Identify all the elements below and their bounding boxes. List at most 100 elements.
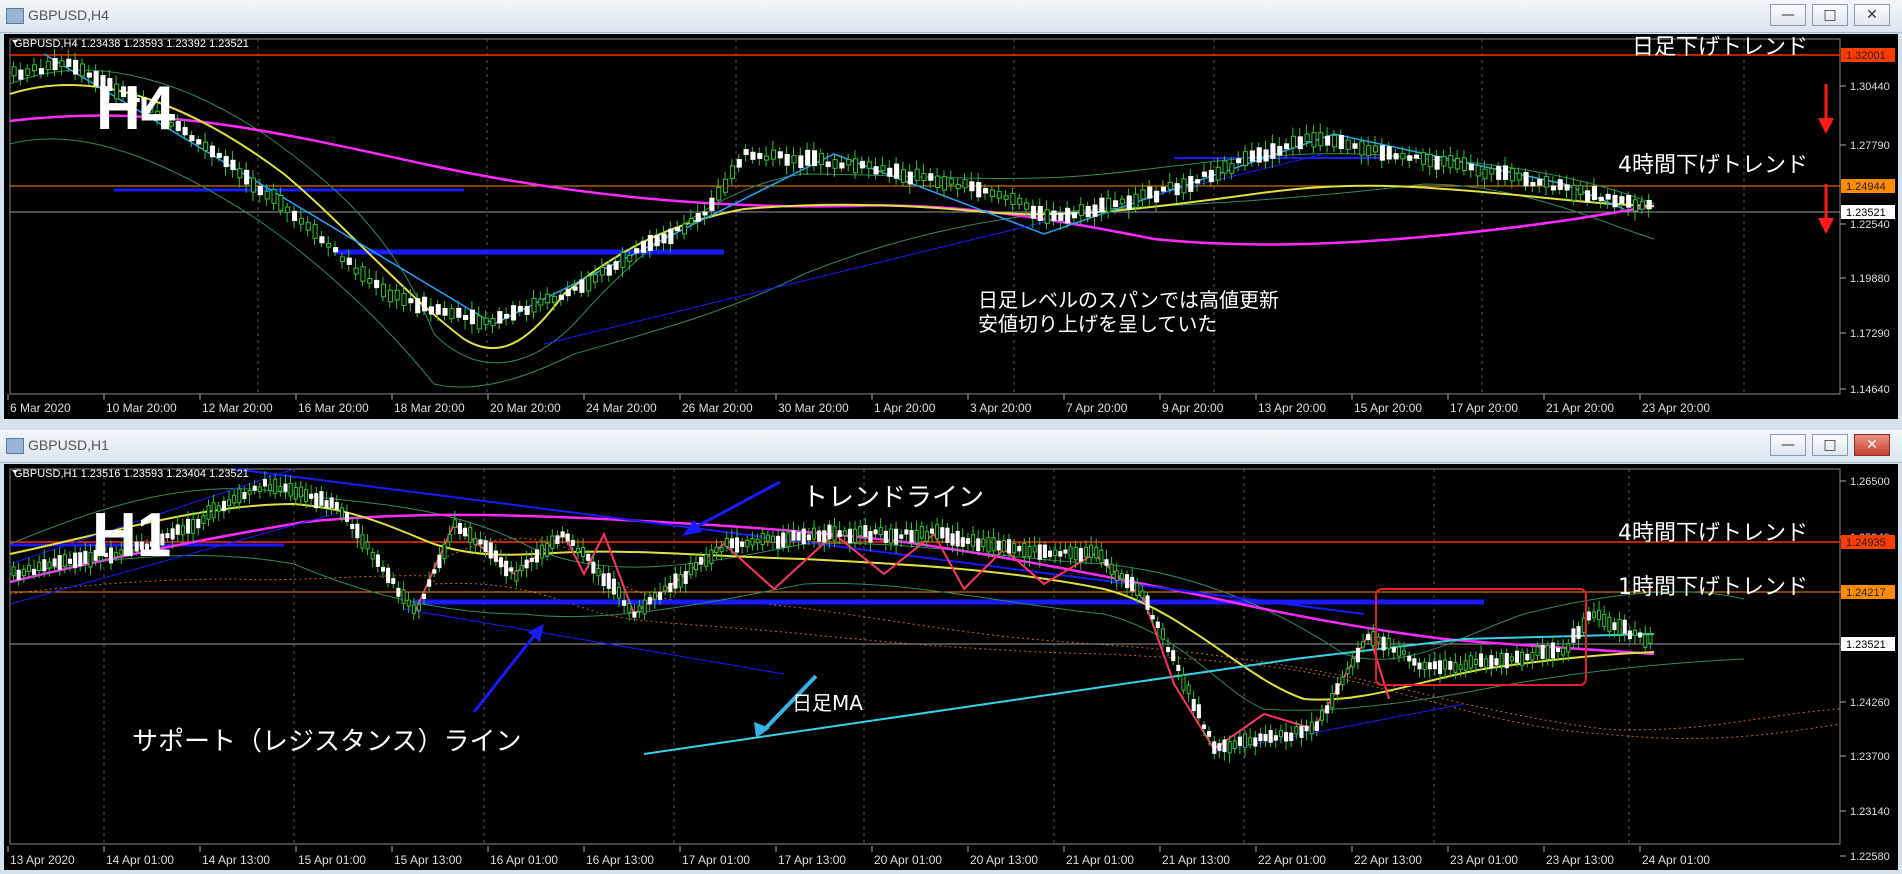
h4-timeframe-tag: H4 [96, 74, 176, 143]
h4-minimize-button[interactable]: — [1770, 4, 1806, 26]
candle-body [929, 528, 935, 534]
candle-body [339, 507, 344, 519]
candle-body [921, 172, 927, 182]
candle-body [1263, 149, 1269, 162]
candle-body [180, 525, 185, 536]
candle-body [996, 191, 1002, 199]
price-tick-label: 1.26500 [1850, 476, 1890, 488]
h4-chart-area[interactable]: GBPUSD,H4 1.23438 1.23593 1.23392 1.2352… [4, 34, 1898, 419]
candle-body [456, 307, 462, 318]
candle-body [237, 488, 242, 504]
candle-body [1027, 546, 1032, 558]
candle-body [796, 532, 801, 541]
price-level-label: 1.24217 [1846, 587, 1886, 599]
candle-body [1550, 185, 1556, 191]
candle-body [1145, 595, 1150, 610]
candle-body [1632, 629, 1638, 637]
candle-body [1201, 724, 1207, 729]
candle-body [1496, 166, 1502, 180]
candle-body [78, 552, 83, 567]
price-tick-label: 1.27790 [1850, 140, 1890, 152]
price-tick-label: 1.30440 [1850, 81, 1890, 93]
h1-maximize-button[interactable]: □ [1812, 434, 1848, 456]
candle-body [596, 567, 601, 577]
candle-body [1550, 642, 1555, 659]
candle-body [704, 554, 709, 567]
candle-body [1160, 628, 1165, 640]
h1-close-button[interactable]: ✕ [1854, 434, 1890, 456]
candle-body [868, 530, 873, 543]
candle-body [1284, 732, 1289, 742]
h1-channel-mid[interactable] [403, 608, 785, 675]
h1-chart-svg[interactable]: GBPUSD,H1 1.23516 1.23593 1.23404 1.2352… [4, 464, 1898, 870]
h1-minimize-button[interactable]: — [1770, 434, 1806, 456]
candle-body [591, 561, 596, 574]
candle-body [1078, 204, 1084, 217]
candle-body [59, 60, 65, 68]
candle-body [1379, 145, 1385, 161]
h4-chart-svg[interactable]: GBPUSD,H4 1.23438 1.23593 1.23392 1.2352… [4, 34, 1898, 419]
price-level-label: 1.23521 [1846, 207, 1886, 219]
candle-body [519, 564, 524, 572]
candle-body [355, 523, 360, 539]
h1-4h-down-label: 4時間下げトレンド [1618, 521, 1808, 546]
candle-body [1290, 135, 1296, 149]
candle-body [1566, 643, 1571, 653]
candle-body [1003, 195, 1009, 200]
candle-body [52, 58, 58, 71]
candle-body [1432, 661, 1437, 670]
candle-body [1318, 132, 1324, 147]
candle-body [83, 550, 88, 564]
candle-body [350, 523, 355, 530]
h1-time-axis[interactable]: 13 Apr 2020 14 Apr 01:00 14 Apr 13:00 15 Ap… [7, 846, 1710, 867]
candle-body [490, 318, 496, 326]
h4-close-button[interactable]: ✕ [1854, 4, 1890, 26]
h1-chart-area[interactable]: GBPUSD,H1 1.23516 1.23593 1.23404 1.2352… [4, 464, 1898, 870]
candle-body [283, 483, 288, 492]
candle-body [1617, 618, 1622, 635]
candle-body [873, 529, 878, 535]
candle-body [510, 305, 517, 321]
h1-price-axis[interactable]: 1.265001.259401.253801.248201.242601.237… [1840, 476, 1895, 863]
candle-body [570, 539, 575, 546]
h4-time-axis[interactable]: 6 Mar 2020 10 Mar 20:00 12 Mar 20:00 16 Mar… [7, 394, 1710, 415]
candle-body [1386, 146, 1392, 160]
candle-body [1509, 168, 1515, 182]
candle-body [825, 161, 831, 168]
h1-trendline-label: トレンドライン [802, 483, 984, 513]
candle-body [663, 585, 668, 592]
candle-body [909, 530, 914, 543]
candle-body [1270, 143, 1276, 159]
candle-body [334, 502, 339, 510]
candle-body [1037, 206, 1043, 222]
time-tick-label: 16 Mar 20:00 [298, 401, 369, 415]
h4-title-bar[interactable]: GBPUSD,H4 — □ ✕ [0, 0, 1902, 33]
h4-maximize-button[interactable]: □ [1812, 4, 1848, 26]
candle-body [786, 532, 791, 547]
candle-body [1058, 212, 1064, 221]
candle-body [37, 561, 42, 572]
candle-body [1396, 646, 1402, 657]
candle-body [1278, 730, 1283, 738]
candle-body [935, 524, 940, 540]
candle-body [1140, 189, 1146, 200]
h1-title-bar[interactable]: GBPUSD,H1 — □ ✕ [0, 430, 1902, 463]
candle-body [1001, 539, 1006, 553]
candle-body [1607, 616, 1612, 632]
candle-body [73, 552, 78, 569]
h4-price-axis[interactable]: 1.30440 1.27790 1.22540 1.19880 1.17290 1.146… [1840, 48, 1895, 396]
candle-body [309, 493, 314, 499]
candle-body [333, 247, 339, 253]
candle-body [1632, 199, 1639, 212]
price-level-label: 1.23521 [1846, 639, 1886, 651]
candle-body [473, 537, 478, 545]
time-tick-label: 21 Apr 20:00 [1546, 401, 1614, 415]
candle-body [1372, 145, 1379, 153]
candle-body [1443, 659, 1448, 670]
candle-body [673, 573, 678, 589]
candle-body [1484, 658, 1489, 668]
time-tick-label: 6 Mar 2020 [10, 401, 71, 415]
candle-body [1294, 726, 1299, 735]
candle-body [811, 527, 817, 540]
candle-body [1078, 548, 1083, 562]
